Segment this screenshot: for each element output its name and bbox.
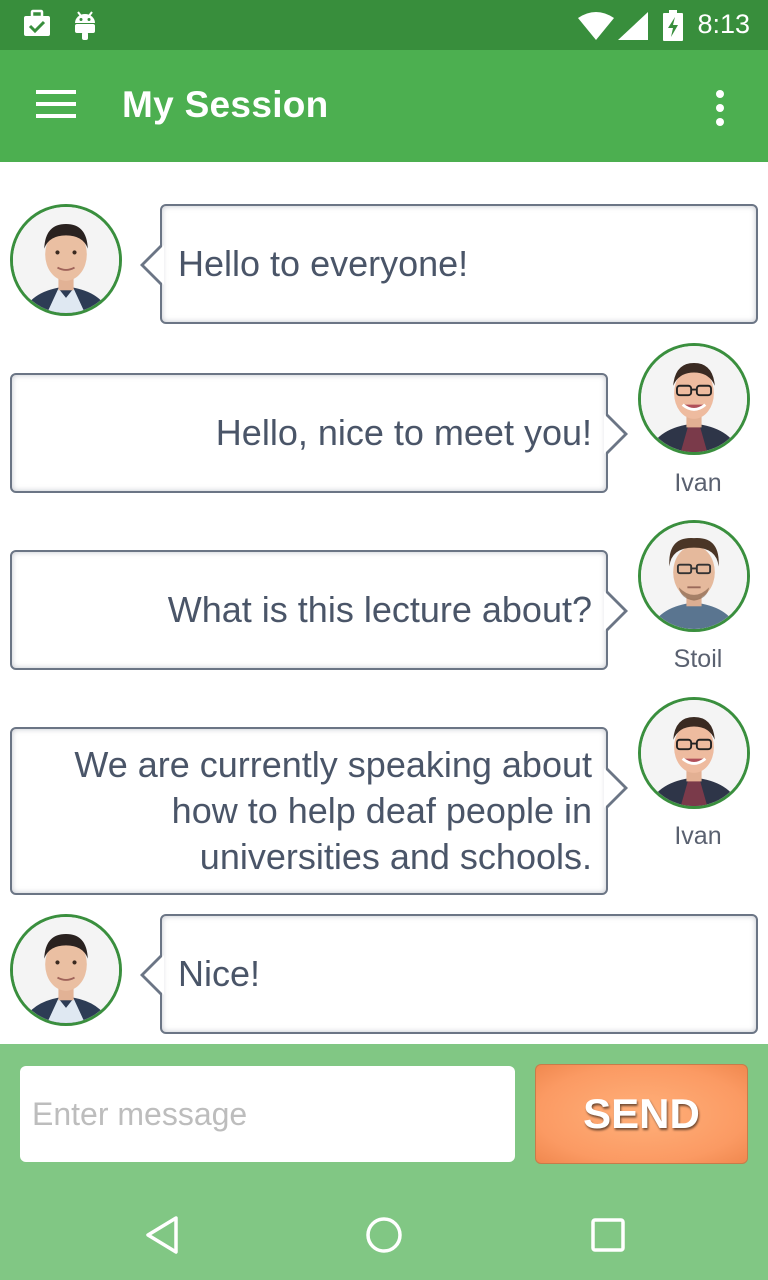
avatar-stoil[interactable] [638,520,750,632]
message-input[interactable] [20,1066,515,1162]
send-button[interactable]: SEND [535,1064,748,1164]
system-nav-bar [0,1190,768,1280]
message-text: Hello to everyone! [178,243,469,284]
message-text: We are currently speaking about how to h… [74,744,592,877]
chat-message: What is this lecture about? Stoil [0,520,768,673]
signal-icon [618,12,648,44]
page-title: My Session [122,84,329,125]
chat-message: Hello, nice to meet you! Ivan [0,343,768,497]
sender-name: Ivan [674,469,722,497]
message-bubble: Hello to everyone! [160,204,758,324]
status-bar: 8:13 [0,0,768,50]
chat-message: We are currently speaking about how to h… [0,697,768,897]
back-icon[interactable] [138,1210,188,1260]
avatar-ivan[interactable] [638,343,750,455]
chat-list[interactable]: Hello to everyone! Hello, nice to meet y… [0,162,768,1044]
more-vert-icon[interactable] [700,88,740,128]
battery-charging-icon [662,10,684,46]
message-bubble: Hello, nice to meet you! [10,373,608,493]
message-text: What is this lecture about? [167,589,592,630]
message-bubble: What is this lecture about? [10,550,608,670]
avatar-ivan[interactable] [638,697,750,809]
wifi-icon [578,12,614,44]
avatar-self[interactable] [10,204,122,316]
hamburger-menu-icon[interactable] [30,86,82,126]
message-bubble: We are currently speaking about how to h… [10,727,608,895]
chat-message: Hello to everyone! [0,204,768,326]
message-bubble: Nice! [160,914,758,1034]
status-clock: 8:13 [697,9,750,39]
message-text: Hello, nice to meet you! [215,412,592,453]
home-icon[interactable] [359,1210,409,1260]
app-bar: My Session [0,50,768,162]
briefcase-check-icon [22,9,52,43]
avatar-self[interactable] [10,914,122,1026]
sender-name: Ivan [674,822,722,850]
sender-name: Stoil [673,645,723,673]
chat-message: Nice! [0,914,768,1036]
message-composer: SEND [0,1044,768,1190]
message-text: Nice! [178,953,261,994]
recents-icon[interactable] [583,1210,633,1260]
android-icon [72,9,98,45]
